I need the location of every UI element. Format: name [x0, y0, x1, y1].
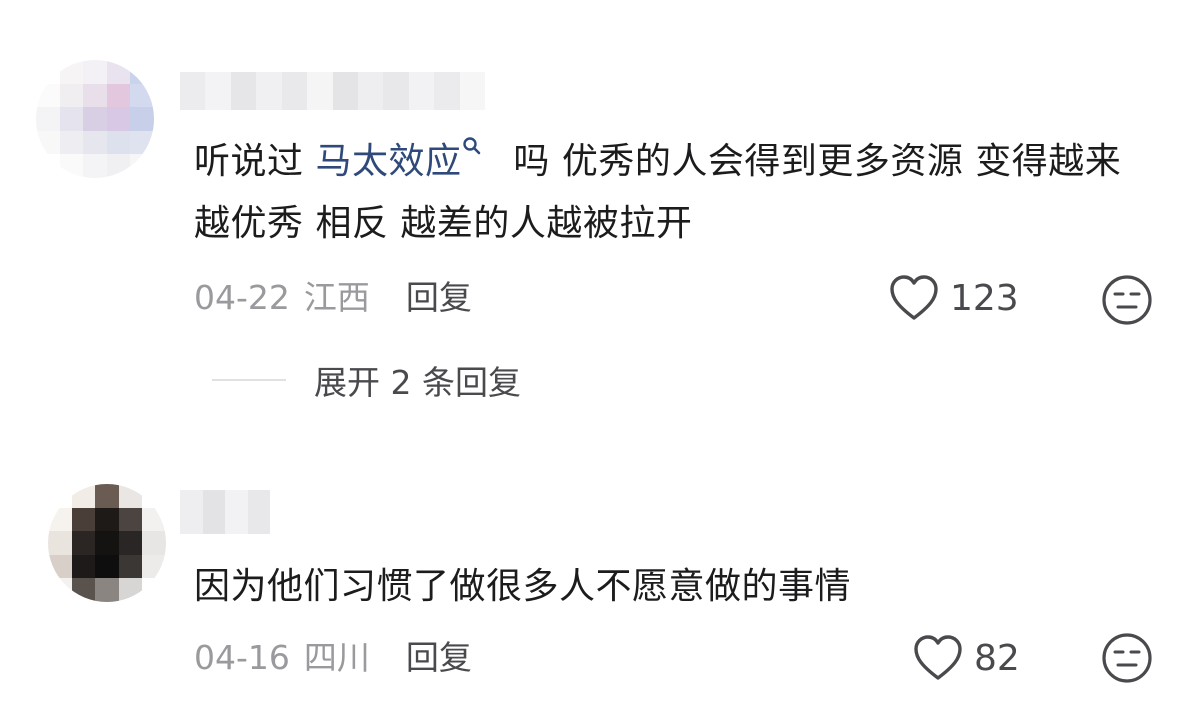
comment-meta: 04-22 江西 回复 — [194, 276, 472, 320]
comment-text: 听说过 马太效应 吗 优秀的人会得到更多资源 变得越来越优秀 相反 越差的人越被… — [194, 131, 1154, 255]
comment-region: 四川 — [303, 638, 370, 677]
neutral-face-icon[interactable] — [1101, 632, 1153, 684]
like-count: 123 — [950, 277, 1019, 319]
like-button[interactable]: 82 — [912, 634, 1020, 682]
keyword-label: 马太效应 — [315, 141, 462, 182]
keyword-link[interactable]: 马太效应 — [315, 137, 501, 182]
username-redacted[interactable] — [180, 490, 270, 534]
comment-item: 因为他们习惯了做很多人不愿意做的事情 04-16 四川 回复 82 — [0, 470, 1199, 709]
expand-replies-label: 展开 2 条回复 — [314, 363, 521, 402]
neutral-face-icon[interactable] — [1101, 274, 1153, 326]
comment-text-before: 听说过 — [194, 141, 316, 182]
comment-item: 听说过 马太效应 吗 优秀的人会得到更多资源 变得越来越优秀 相反 越差的人越被… — [0, 0, 1199, 430]
heart-outline-icon — [914, 635, 962, 680]
reply-button[interactable]: 回复 — [406, 276, 472, 320]
reply-button[interactable]: 回复 — [406, 636, 472, 680]
comment-date: 04-22 — [194, 278, 290, 317]
username-redacted[interactable] — [180, 72, 486, 110]
avatar[interactable] — [48, 484, 166, 602]
expand-replies-button[interactable]: 展开 2 条回复 — [212, 356, 521, 404]
search-icon — [463, 137, 481, 155]
like-count: 82 — [974, 637, 1020, 679]
comment-text: 因为他们习惯了做很多人不愿意做的事情 — [194, 566, 852, 607]
comment-meta: 04-16 四川 回复 — [194, 636, 472, 680]
divider-line — [212, 379, 286, 381]
heart-outline-icon — [890, 275, 938, 320]
pixelated-avatar-image — [48, 484, 166, 602]
comment-date: 04-16 — [194, 638, 290, 677]
comment-region: 江西 — [303, 278, 370, 317]
avatar[interactable] — [36, 60, 154, 178]
pixelated-avatar-image — [36, 60, 154, 178]
like-button[interactable]: 123 — [888, 274, 1019, 322]
